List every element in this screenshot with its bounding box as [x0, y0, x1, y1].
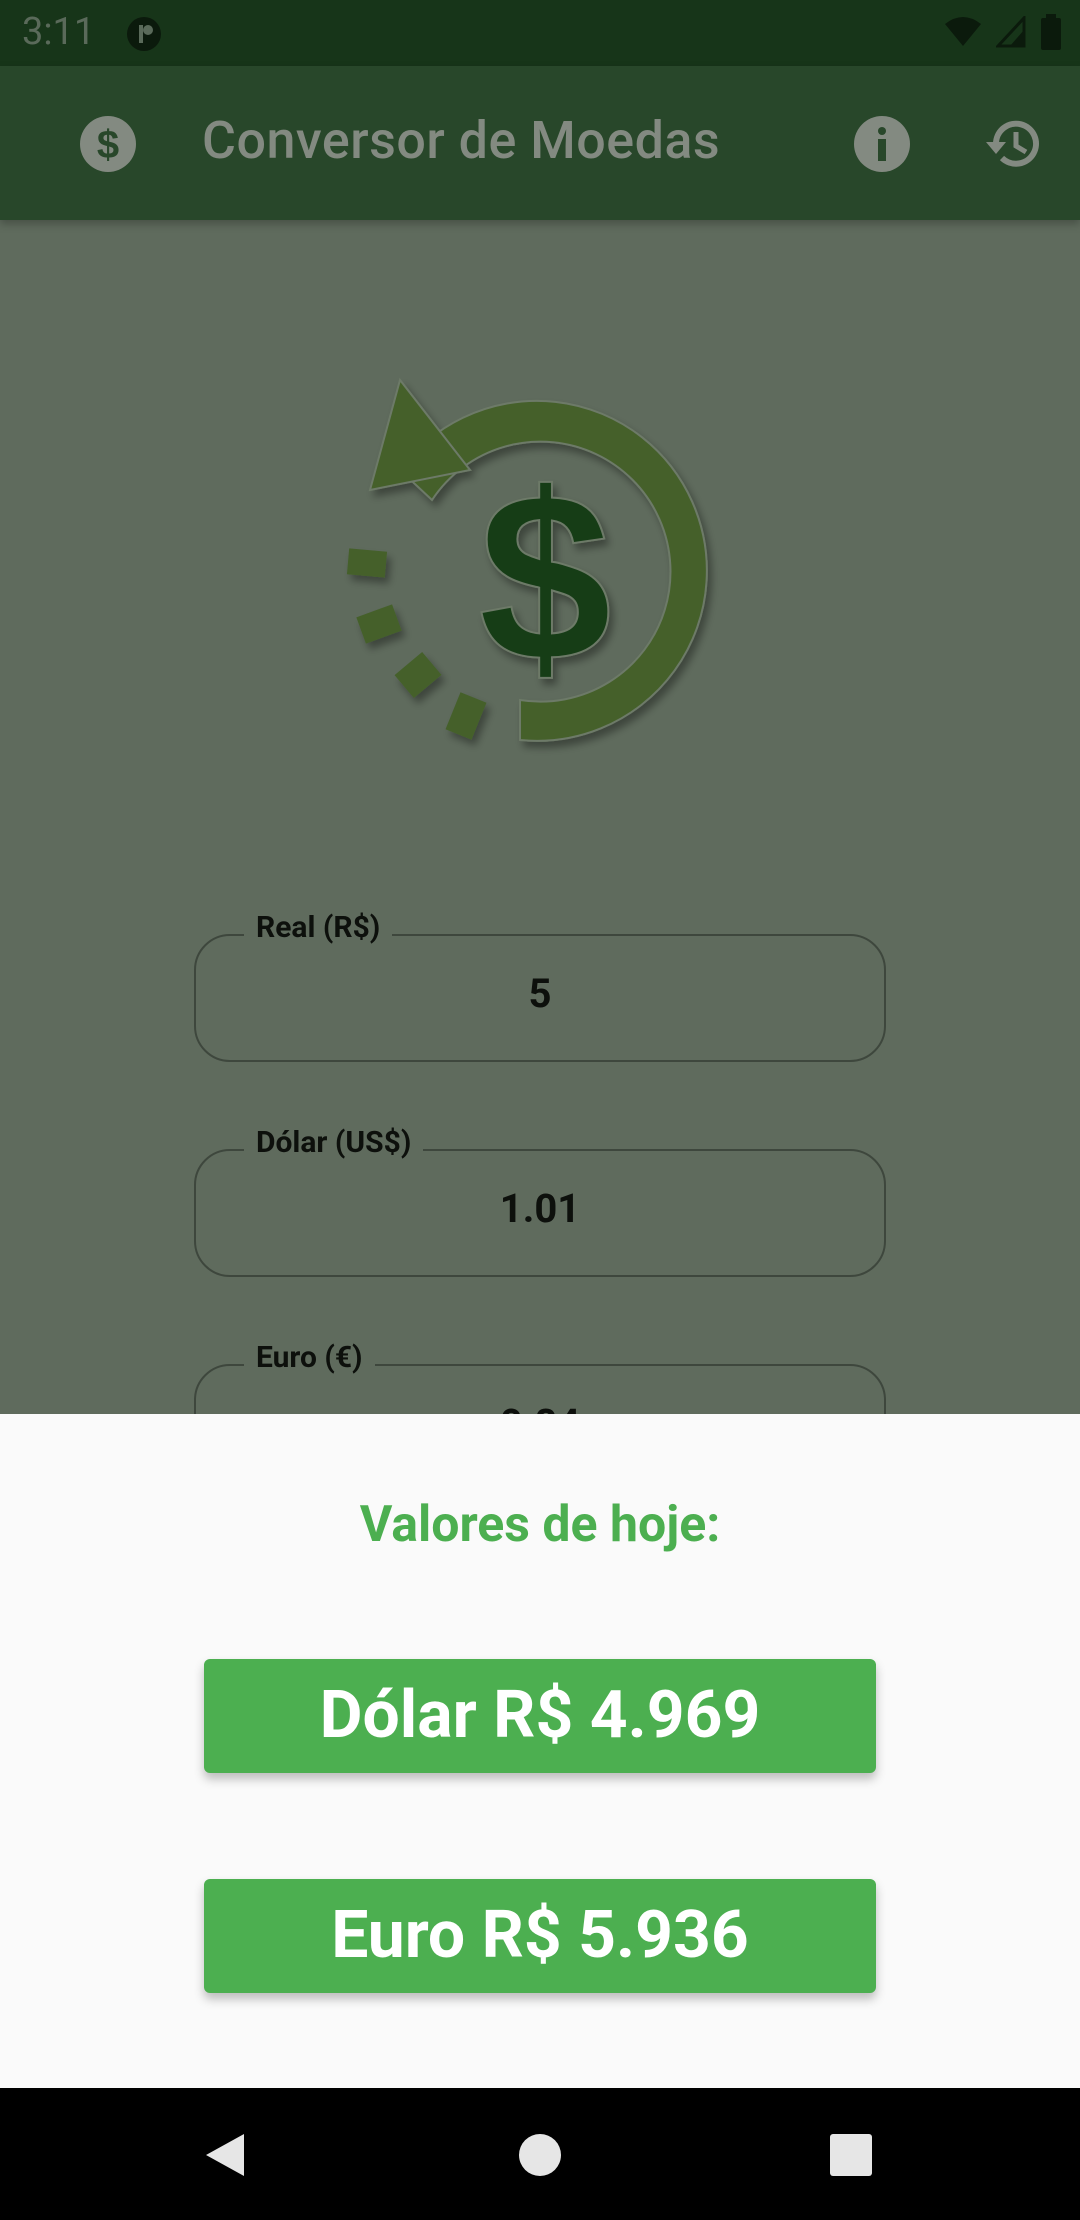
- status-bar: 3:11: [0, 0, 1080, 66]
- dollar-field-value: 1.01: [499, 1185, 581, 1232]
- battery-icon: [1041, 14, 1061, 50]
- app-title: Conversor de Moedas: [202, 110, 721, 171]
- history-icon[interactable]: [984, 114, 1044, 174]
- dollar-field-label: Dólar (US$): [244, 1125, 424, 1160]
- euro-rate-button[interactable]: Euro R$ 5.936: [204, 1879, 876, 1993]
- back-icon[interactable]: [200, 2130, 250, 2180]
- dollar-rate-button[interactable]: Dólar R$ 4.969: [204, 1659, 876, 1773]
- euro-field-label: Euro (€): [244, 1340, 375, 1375]
- sheet-title: Valores de hoje:: [359, 1496, 721, 1554]
- signal-icon: [996, 16, 1026, 48]
- recents-icon[interactable]: [826, 2130, 876, 2180]
- status-time: 3:11: [22, 10, 96, 54]
- dollar-field[interactable]: Dólar (US$) 1.01: [194, 1125, 886, 1277]
- dollar-coin-icon: $: [80, 116, 136, 172]
- svg-text:$: $: [97, 123, 119, 167]
- notification-icon: [127, 17, 161, 51]
- svg-text:$: $: [478, 443, 611, 711]
- rates-bottom-sheet: Valores de hoje: Dólar R$ 4.969 Euro R$ …: [0, 1414, 1080, 2088]
- home-icon[interactable]: [515, 2130, 565, 2180]
- real-field[interactable]: Real (R$) 5: [194, 910, 886, 1062]
- currency-exchange-logo: $: [346, 377, 708, 742]
- wifi-icon: [945, 17, 981, 46]
- info-icon[interactable]: [852, 114, 912, 174]
- navigation-bar: [0, 2088, 1080, 2220]
- app-bar: $ Conversor de Moedas: [0, 66, 1080, 220]
- status-icons: [944, 14, 1062, 50]
- real-field-label: Real (R$): [244, 910, 393, 945]
- real-field-value: 5: [528, 970, 552, 1017]
